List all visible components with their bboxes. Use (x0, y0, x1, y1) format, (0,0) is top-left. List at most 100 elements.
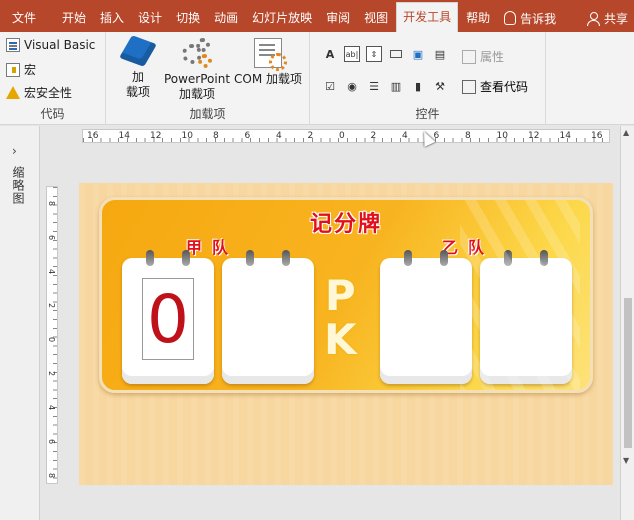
spin-button-icon[interactable]: ⇕ (366, 46, 382, 62)
ribbon-tab-bar: 文件 开始 插入 设计 切换 动画 幻灯片放映 审阅 视图 开发工具 帮助 告诉… (0, 0, 634, 32)
ruler-tick-label: 16 (87, 131, 99, 141)
label-control-icon[interactable]: A (322, 46, 338, 62)
tell-me-button[interactable]: 告诉我 (498, 4, 562, 32)
tab-file[interactable]: 文件 (0, 4, 42, 32)
scoreboard: 记分牌 甲队 乙队 0 P K (99, 197, 593, 393)
visual-basic-button[interactable]: Visual Basic (6, 38, 95, 52)
ruler-tick-label: 0 (339, 131, 345, 141)
textbox-control-icon[interactable]: ab| (344, 46, 360, 62)
view-code-icon (462, 79, 476, 94)
ruler-tick-label: 6 (47, 235, 56, 241)
group-addins: 加 载项 PowerPoint 加载项 COM 加载项 加载项 (106, 32, 310, 125)
tab-transitions[interactable]: 切换 (170, 4, 206, 32)
scrollbar-control-icon[interactable]: ▤ (432, 46, 448, 62)
ring-icon (246, 250, 254, 266)
horizontal-ruler: 16 14 12 10 8 6 4 2 0 2 4 6 8 10 12 14 16 (82, 129, 610, 143)
ring-icon (404, 250, 412, 266)
macro-button[interactable]: 宏 (6, 61, 36, 78)
ring-icon (282, 250, 290, 266)
ring-icon (146, 250, 154, 266)
listbox-control-icon[interactable]: ☰ (366, 78, 382, 94)
ring-icon (540, 250, 548, 266)
group-label-controls: 控件 (415, 107, 440, 121)
properties-label: 属性 (480, 50, 505, 64)
tab-design[interactable]: 设计 (132, 4, 168, 32)
view-code-button[interactable]: 查看代码 (462, 78, 528, 95)
tab-home[interactable]: 开始 (56, 4, 92, 32)
warning-icon (6, 86, 20, 99)
addin-cube-icon (119, 35, 157, 67)
properties-button[interactable]: 属性 (462, 48, 504, 65)
image-control-icon[interactable]: ▣ (410, 46, 426, 62)
scroll-down-icon[interactable]: ▼ (623, 456, 629, 465)
slide-canvas[interactable]: 记分牌 甲队 乙队 0 P K (79, 183, 613, 485)
macro-icon (6, 62, 20, 77)
ruler-tick-label: 2 (307, 131, 314, 141)
pk-letter-p: P (324, 271, 356, 320)
ruler-tick-label: 2 (47, 303, 56, 309)
lightbulb-icon (504, 11, 517, 25)
ring-icon (504, 250, 512, 266)
com-addins-button[interactable]: COM 加载项 (232, 38, 304, 87)
tab-developer[interactable]: 开发工具 (396, 2, 459, 32)
tab-slideshow[interactable]: 幻灯片放映 (246, 4, 318, 32)
ribbon: Visual Basic 宏 宏安全性 代码 加 载项 PowerPoint 加… (0, 32, 634, 125)
tab-animations[interactable]: 动画 (208, 4, 244, 32)
ruler-tick-label: 8 (47, 473, 56, 479)
ruler-tick-label: 4 (402, 131, 408, 141)
pk-letter-k: K (324, 315, 357, 364)
group-code: Visual Basic 宏 宏安全性 代码 (0, 32, 106, 125)
ruler-tick-label: 14 (118, 131, 130, 141)
person-icon (586, 11, 600, 26)
ruler-tick-label: 6 (244, 131, 251, 141)
checkbox-control-icon[interactable]: ☑ (322, 78, 338, 94)
visual-basic-label: Visual Basic (24, 38, 96, 52)
ruler-tick-label: 4 (47, 405, 56, 411)
ruler-tick-label: 4 (276, 131, 282, 141)
vertical-scrollbar[interactable]: ▲ ▼ (620, 126, 634, 520)
vs-pk-text: P K (324, 274, 357, 362)
ruler-tick-label: 10 (181, 131, 193, 141)
ruler-tick-label: 2 (47, 371, 56, 377)
group-label-addins: 加载项 (189, 107, 226, 121)
macro-security-label: 宏安全性 (24, 86, 73, 100)
thumbnail-label: 缩略图 (11, 166, 25, 205)
vertical-ruler: 8 6 4 2 0 2 4 6 8 (46, 186, 58, 484)
com-addin-icon (254, 38, 287, 71)
scoreboard-title: 记分牌 (309, 211, 382, 237)
team-a-label: 甲队 (186, 238, 239, 257)
score-card-a1: 0 (122, 250, 214, 384)
addins-button[interactable]: 加 载项 (118, 35, 158, 100)
chevron-right-icon[interactable]: › (12, 144, 17, 158)
share-button[interactable]: 共享 (581, 4, 634, 32)
command-button-icon[interactable] (388, 46, 404, 62)
scrollbar-thumb[interactable] (624, 298, 632, 448)
ppt-addins-label-1: PowerPoint (163, 72, 231, 86)
ruler-tick-label: 8 (47, 201, 56, 207)
ruler-tick-label: 6 (47, 439, 56, 445)
toggle-button-icon[interactable]: ▮ (410, 78, 426, 94)
score-card-b1 (380, 250, 472, 384)
macro-security-button[interactable]: 宏安全性 (6, 84, 72, 101)
tab-help[interactable]: 帮助 (460, 4, 496, 32)
more-controls-icon[interactable]: ⚒ (432, 78, 448, 94)
share-label: 共享 (603, 11, 628, 26)
powerpoint-addins-button[interactable]: PowerPoint 加载项 (160, 38, 234, 102)
ruler-tick-label: 2 (370, 131, 377, 141)
addins-label-2: 载项 (125, 85, 150, 99)
ruler-tick-label: 8 (465, 131, 471, 141)
ruler-tick-label: 0 (47, 337, 56, 343)
tab-view[interactable]: 视图 (358, 4, 394, 32)
gears-icon (182, 38, 212, 68)
option-button-icon[interactable]: ◉ (344, 78, 360, 94)
scroll-up-icon[interactable]: ▲ (623, 128, 629, 137)
combobox-control-icon[interactable]: ▥ (388, 78, 404, 94)
tab-insert[interactable]: 插入 (94, 4, 130, 32)
ruler-tick-label: 16 (591, 131, 603, 141)
tell-me-label: 告诉我 (520, 11, 557, 26)
thumbnail-pane-collapsed[interactable]: › 缩略图 (0, 126, 40, 520)
score-digit-textbox[interactable]: 0 (142, 278, 194, 360)
addins-label-1: 加 (131, 70, 144, 84)
tab-review[interactable]: 审阅 (320, 4, 356, 32)
ruler-tick-label: 8 (213, 131, 219, 141)
